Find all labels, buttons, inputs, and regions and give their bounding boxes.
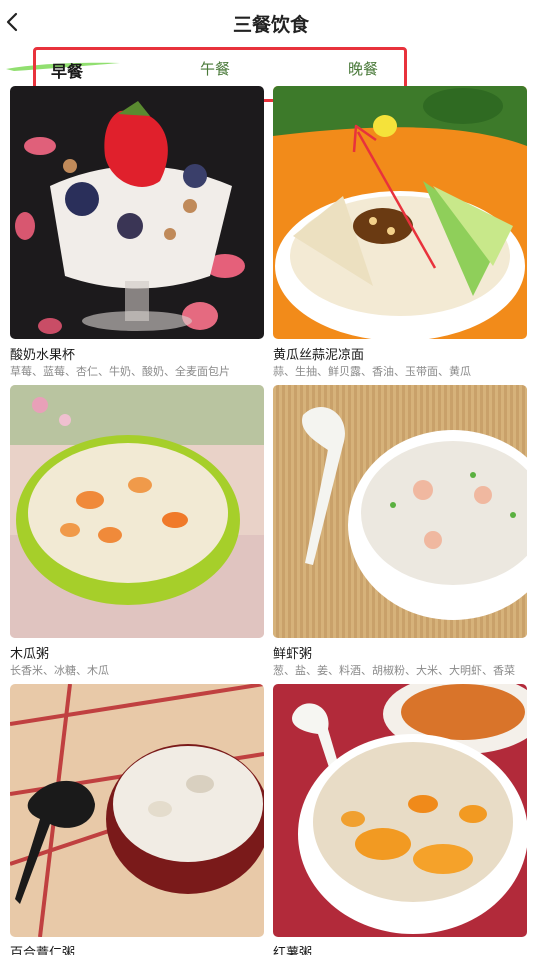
recipe-card[interactable]: 酸奶水果杯 草莓、蓝莓、杏仁、牛奶、酸奶、全麦面包片 [10, 86, 264, 378]
recipe-name: 百合薏仁粥 [10, 946, 76, 955]
recipe-name: 木瓜粥 [10, 647, 50, 662]
recipe-ingredients: 长香米、冰糖、木瓜 [10, 664, 109, 677]
recipe-ingredients: 蒜、生抽、鲜贝露、香油、玉带面、黄瓜 [273, 365, 471, 378]
recipe-name: 鲜虾粥 [273, 647, 313, 662]
recipe-card[interactable]: 木瓜粥 长香米、冰糖、木瓜 [10, 385, 264, 677]
recipe-image [273, 385, 527, 638]
tab-breakfast[interactable]: 早餐 [51, 58, 83, 82]
recipe-page: 三餐饮食 早餐 午餐 晚餐 酸奶水果杯 草莓、蓝莓、杏仁、牛奶、酸奶、全麦面包片… [0, 0, 542, 955]
tab-lunch[interactable]: 午餐 [200, 58, 230, 79]
recipe-image [10, 385, 264, 638]
recipe-name: 酸奶水果杯 [10, 348, 76, 363]
page-title: 三餐饮食 [232, 14, 309, 36]
recipe-ingredients: 葱、盐、姜、料酒、胡椒粉、大米、大明虾、香菜 [273, 664, 515, 677]
recipe-image [10, 684, 264, 937]
header: 三餐饮食 [0, 0, 542, 44]
recipe-card[interactable]: 百合薏仁粥 [10, 684, 264, 955]
recipe-card[interactable]: 红薯粥 [273, 684, 527, 955]
annotation-arrow [352, 124, 437, 269]
recipe-name: 红薯粥 [273, 946, 313, 955]
recipe-image [273, 684, 527, 937]
recipe-card[interactable]: 鲜虾粥 葱、盐、姜、料酒、胡椒粉、大米、大明虾、香菜 [273, 385, 527, 677]
recipe-image [10, 86, 264, 339]
recipe-name: 黄瓜丝蒜泥凉面 [273, 348, 365, 363]
tab-dinner[interactable]: 晚餐 [348, 58, 378, 79]
recipe-ingredients: 草莓、蓝莓、杏仁、牛奶、酸奶、全麦面包片 [10, 365, 230, 378]
